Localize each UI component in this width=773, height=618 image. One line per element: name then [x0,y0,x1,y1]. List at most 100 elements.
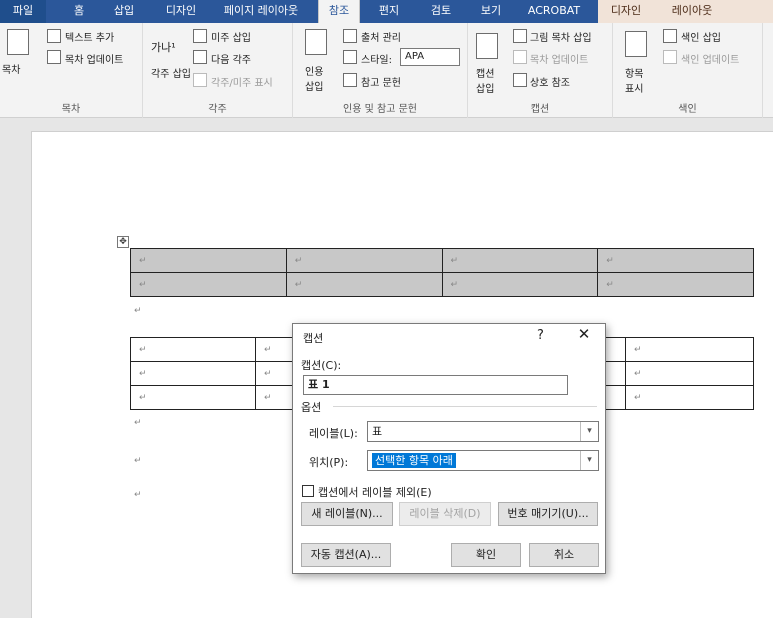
group-label-index: 색인 [678,104,697,115]
label-select[interactable]: 표 ▾ [367,421,599,442]
caption-dialog: 캡션 ? ✕ 캡션(C): 표 1 옵션 레이블(L): 표 ▾ 위치(P): … [292,323,606,574]
update-toc-icon [47,50,61,64]
tab-insert[interactable]: 삽입 [104,0,144,23]
cross-reference-button[interactable]: 상호 참조 [530,74,570,89]
style-icon [343,50,357,64]
cancel-button[interactable]: 취소 [529,543,599,567]
group-index: 항목 표시 색인 삽입 색인 업데이트 색인 [613,23,763,118]
style-label: 스타일: [361,55,392,66]
table-cell[interactable]: ↵ [130,272,287,297]
new-label-button[interactable]: 새 레이블(N)... [301,502,393,526]
shaded-table[interactable]: ↵ ↵ ↵ ↵ ↵ ↵ ↵ ↵ [130,248,754,297]
table-cell[interactable]: ↵ [285,248,443,273]
close-icon[interactable]: ✕ [573,325,595,343]
cross-reference-icon [513,73,527,87]
endnote-icon [193,29,207,43]
next-footnote-button[interactable]: 다음 각주 [211,51,251,66]
table-cell[interactable]: ↵ [625,337,754,362]
table-cell[interactable]: ↵ [597,272,754,297]
citation-style-select[interactable]: APA [400,48,460,66]
caption-field-label: 캡션(C): [301,359,342,372]
tab-file[interactable]: 파일 [0,0,46,23]
label-select-value: 표 [372,425,383,438]
options-label: 옵션 [301,401,322,414]
bibliography-icon [343,73,357,87]
citation-style-value: APA [405,51,425,62]
tab-references[interactable]: 참조 [318,0,360,23]
insert-table-of-figures-button[interactable]: 그림 목차 삽입 [530,29,592,44]
position-field-label: 위치(P): [309,456,349,469]
tab-acrobat[interactable]: ACROBAT [522,0,586,23]
insert-endnote-button[interactable]: 미주 삽입 [211,29,251,44]
paragraph-mark: ↵ [134,306,142,316]
table-cell[interactable]: ↵ [441,248,599,273]
caption-input[interactable]: 표 1 [303,375,568,395]
update-figures-button[interactable]: 목차 업데이트 [530,51,588,66]
toc-button[interactable]: 목차 [2,61,20,76]
insert-citation-button[interactable]: 인용 삽입 [305,63,335,93]
table-cell[interactable]: ↵ [130,337,256,362]
ribbon-references: 목차 텍스트 추가 목차 업데이트 목차 가나¹ 각주 삽입 미주 삽입 다음 … [0,23,773,118]
group-toc: 목차 텍스트 추가 목차 업데이트 목차 [0,23,143,118]
paragraph-mark: ↵ [134,490,142,500]
delete-label-button[interactable]: 레이블 삭제(D) [399,502,491,526]
position-select[interactable]: 선택한 항목 아래 ▾ [367,450,599,471]
table-move-handle-icon[interactable]: ✥ [117,236,129,248]
insert-index-icon [663,29,677,43]
group-label-captions: 캡션 [530,104,550,115]
tab-view[interactable]: 보기 [474,0,508,23]
help-button[interactable]: ? [537,328,544,343]
update-index-button[interactable]: 색인 업데이트 [681,51,739,66]
table-cell[interactable]: ↵ [255,337,296,362]
table-cell[interactable]: ↵ [597,248,754,273]
table-cell[interactable]: ↵ [625,361,754,386]
table-cell[interactable]: ↵ [255,361,296,386]
position-select-value: 선택한 항목 아래 [372,453,456,468]
show-notes-icon [193,73,207,87]
chevron-down-icon[interactable]: ▾ [580,451,598,470]
footnote-icon: 가나¹ [151,41,176,54]
group-footnotes: 가나¹ 각주 삽입 미주 삽입 다음 각주 각주/미주 표시 각주 [143,23,293,118]
update-index-icon [663,50,677,64]
table-cell[interactable]: ↵ [255,385,296,410]
table-cell[interactable]: ↵ [130,248,287,273]
tab-table-layout[interactable]: 레이아웃 [662,0,722,23]
ok-button[interactable]: 확인 [451,543,521,567]
mark-entry-button[interactable]: 항목 표시 [625,65,655,95]
table-cell[interactable]: ↵ [625,385,754,410]
add-text-button[interactable]: 텍스트 추가 [65,29,114,44]
insert-caption-icon [476,33,498,59]
table-of-figures-icon [513,29,527,43]
tab-mailings[interactable]: 편지 [372,0,406,23]
insert-caption-button[interactable]: 캡션 삽입 [476,65,506,95]
group-label-toc: 목차 [61,104,81,115]
insert-footnote-button[interactable]: 각주 삽입 [151,65,191,80]
table-cell[interactable]: ↵ [130,385,256,410]
exclude-label-checkbox[interactable] [302,485,314,497]
manage-sources-button[interactable]: 출처 관리 [361,29,401,44]
update-toc-button[interactable]: 목차 업데이트 [65,51,123,66]
table-cell[interactable]: ↵ [441,272,599,297]
insert-index-button[interactable]: 색인 삽입 [681,29,721,44]
table-cell[interactable]: ↵ [285,272,443,297]
tab-home[interactable]: 홈 [64,0,94,23]
update-figures-icon [513,50,527,64]
autocaption-button[interactable]: 자동 캡션(A)... [301,543,391,567]
manage-sources-icon [343,29,357,43]
tab-table-design[interactable]: 디자인 [602,0,650,23]
label-field-label: 레이블(L): [309,427,358,440]
tab-page-layout[interactable]: 페이지 레이아웃 [212,0,310,23]
tab-design[interactable]: 디자인 [156,0,206,23]
chevron-down-icon[interactable]: ▾ [580,422,598,441]
group-captions: 캡션 삽입 그림 목차 삽입 목차 업데이트 상호 참조 캡션 [468,23,613,118]
table-cell[interactable]: ↵ [130,361,256,386]
options-divider [333,406,597,407]
paragraph-mark: ↵ [134,418,142,428]
show-notes-button[interactable]: 각주/미주 표시 [211,74,273,89]
numbering-button[interactable]: 번호 매기기(U)... [498,502,598,526]
caption-input-value: 표 1 [308,378,330,391]
group-label-citations: 인용 및 참고 문헌 [343,104,417,115]
tab-review[interactable]: 검토 [424,0,458,23]
bibliography-button[interactable]: 참고 문헌 [361,74,401,89]
insert-citation-icon [305,29,327,55]
